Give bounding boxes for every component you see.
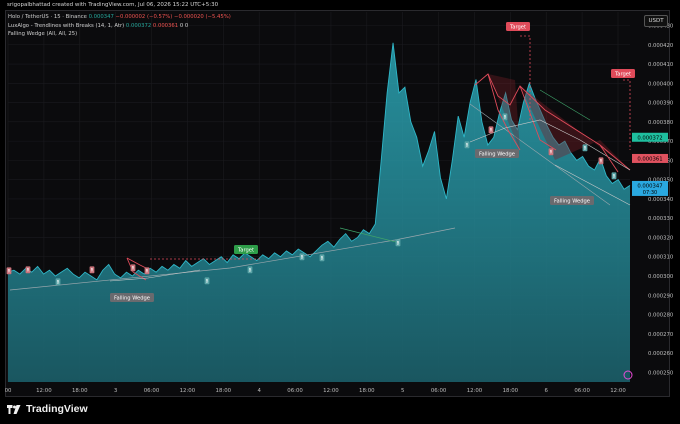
price-label-line1: 0.000372 bbox=[637, 135, 662, 141]
breakout-marker-label: B bbox=[321, 256, 324, 261]
breakout-marker-label: R bbox=[490, 128, 493, 133]
y-tick-label: 0.000310 bbox=[648, 255, 674, 261]
price-label-line2: 0.000361 bbox=[637, 156, 662, 162]
ohlc-value: 0.000347 bbox=[88, 14, 114, 20]
y-tick-label: 0.000320 bbox=[648, 235, 674, 241]
pattern-callout-label: Falling Wedge bbox=[114, 296, 150, 302]
pattern-callout-label: Falling Wedge bbox=[554, 199, 590, 205]
y-tick-label: 0.000380 bbox=[648, 120, 674, 126]
breakout-marker-label: R bbox=[132, 266, 135, 271]
pattern-callout-label: Falling Wedge bbox=[479, 152, 515, 158]
y-tick-label: 0.000270 bbox=[648, 332, 674, 338]
indicator-name: Falling Wedge (All, All, 25) bbox=[8, 31, 78, 37]
breakout-marker-label: B bbox=[466, 143, 469, 148]
y-tick-label: 0.000340 bbox=[648, 197, 674, 203]
y-tick-label: 0.000280 bbox=[648, 313, 674, 319]
y-tick-label: 0.000260 bbox=[648, 351, 674, 357]
indicator-value-4: 0 bbox=[184, 22, 189, 29]
breakout-marker-label: B bbox=[504, 115, 507, 120]
x-tick-label: 12:00 bbox=[323, 388, 339, 394]
legend-indicator-2[interactable]: Falling Wedge (All, All, 25) bbox=[8, 30, 231, 39]
target-callout-label: Target bbox=[509, 25, 526, 31]
breakout-marker-label: R bbox=[27, 268, 30, 273]
indicator-name: LuxAlgo - Trendlines with Breaks (14, 1,… bbox=[8, 22, 125, 29]
x-axis[interactable]: 00 12:00 18:00 3 06:00 12:00 18:00 4 06:00 12:00 1… bbox=[5, 388, 627, 394]
target-callout-label: Target bbox=[614, 72, 631, 78]
breakout-marker-label: R bbox=[91, 268, 94, 273]
price-chart[interactable]: Falling Wedge Falling Wedge Falling Wedge T… bbox=[0, 0, 680, 424]
y-tick-label: 0.000410 bbox=[648, 62, 674, 68]
price-area-fill bbox=[8, 42, 630, 382]
ohlc-change-pct-2: (−5.45%) bbox=[205, 14, 231, 20]
x-tick-label: 5 bbox=[401, 388, 404, 394]
ohlc-change-2: −0.000020 bbox=[174, 14, 204, 20]
target-callout-label: Target bbox=[237, 248, 254, 254]
x-tick-label: 06:00 bbox=[144, 388, 160, 394]
price-label-last-sub: 07:30 bbox=[643, 190, 657, 196]
y-tick-label: 0.000330 bbox=[648, 216, 674, 222]
x-tick-label: 4 bbox=[257, 388, 261, 394]
legend-indicator-1[interactable]: LuxAlgo - Trendlines with Breaks (14, 1,… bbox=[8, 22, 231, 31]
breakout-marker-label: R bbox=[8, 269, 11, 274]
price-label-last: 0.000347 bbox=[637, 183, 662, 189]
breakout-marker-label: R bbox=[600, 159, 603, 164]
x-tick-label: 18:00 bbox=[359, 388, 375, 394]
chart-window: srigopalbhattad created with TradingView… bbox=[0, 0, 680, 424]
y-tick-label: 0.000400 bbox=[648, 81, 674, 87]
y-tick-label: 0.000420 bbox=[648, 43, 674, 49]
breakout-marker-label: R bbox=[146, 269, 149, 274]
y-tick-label: 0.000300 bbox=[648, 274, 674, 280]
breakout-marker-label: B bbox=[301, 255, 304, 260]
indicator-value-2: 0.000361 bbox=[152, 22, 179, 29]
brand-name: TradingView bbox=[26, 403, 88, 415]
ohlc-change: −0.000002 bbox=[115, 14, 146, 20]
x-tick-label: 18:00 bbox=[503, 388, 519, 394]
x-tick-label: 18:00 bbox=[216, 388, 232, 394]
indicator-value-3: 0 bbox=[179, 22, 184, 29]
price-area-series[interactable] bbox=[7, 42, 631, 382]
x-tick-label: 12:00 bbox=[610, 388, 626, 394]
target-line bbox=[623, 79, 631, 150]
breakout-marker-label: R bbox=[550, 150, 553, 155]
x-tick-label: 18:00 bbox=[72, 388, 88, 394]
symbol-name[interactable]: Holo / TetherUS · 15 · Binance bbox=[8, 14, 87, 20]
breakout-marker-label: B bbox=[613, 174, 616, 179]
x-tick-label: 12:00 bbox=[36, 388, 52, 394]
x-tick-label: 00 bbox=[5, 388, 12, 394]
breakout-marker-label: B bbox=[249, 268, 252, 273]
y-tick-label: 0.000390 bbox=[648, 101, 674, 107]
y-tick-label: 0.000290 bbox=[648, 293, 674, 299]
x-tick-label: 06:00 bbox=[431, 388, 447, 394]
currency-button[interactable]: USDT bbox=[644, 15, 668, 27]
breakout-marker-label: B bbox=[397, 241, 400, 246]
legend-symbol-row: Holo / TetherUS · 15 · Binance 0.000347 … bbox=[8, 13, 231, 22]
x-tick-label: 06:00 bbox=[574, 388, 590, 394]
x-tick-label: 06:00 bbox=[287, 388, 303, 394]
x-tick-label: 6 bbox=[545, 388, 549, 394]
y-tick-label: 0.000250 bbox=[648, 370, 674, 376]
wedge-line bbox=[126, 257, 149, 270]
x-tick-label: 3 bbox=[114, 388, 117, 394]
ohlc-change-pct: (−0.57%) bbox=[146, 14, 173, 20]
tradingview-logo-icon bbox=[7, 404, 21, 414]
tradingview-logo: TradingView bbox=[7, 403, 88, 415]
breakout-marker-label: B bbox=[584, 146, 587, 151]
indicator-value-1: 0.000372 bbox=[125, 22, 152, 29]
x-tick-label: 12:00 bbox=[180, 388, 196, 394]
x-tick-label: 12:00 bbox=[467, 388, 483, 394]
breakout-marker-label: B bbox=[57, 280, 60, 285]
chart-legend: Holo / TetherUS · 15 · Binance 0.000347 … bbox=[8, 13, 231, 39]
breakout-marker-label: B bbox=[206, 279, 209, 284]
